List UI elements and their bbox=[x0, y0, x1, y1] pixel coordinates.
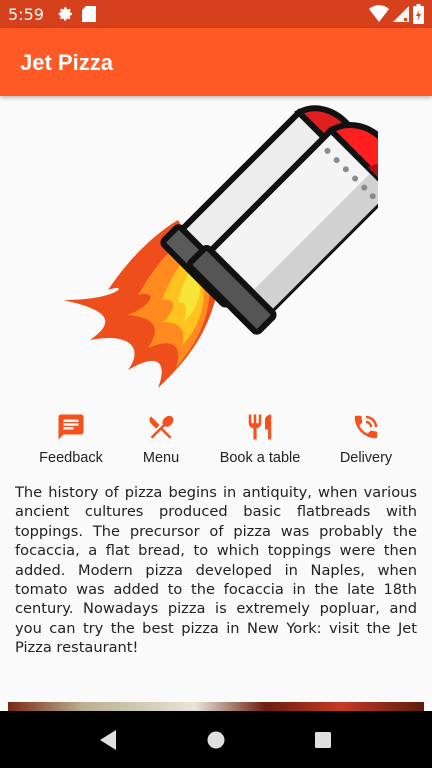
delivery-button[interactable]: Delivery bbox=[338, 412, 394, 472]
feedback-icon bbox=[58, 414, 84, 440]
gear-icon bbox=[58, 7, 72, 21]
delivery-label: Delivery bbox=[339, 450, 393, 466]
phone-call-icon bbox=[354, 415, 378, 439]
book-table-label: Book a table bbox=[219, 450, 301, 466]
app-bar: Jet Pizza bbox=[0, 28, 432, 96]
history-text: The history of pizza begins in antiquity… bbox=[15, 484, 417, 657]
menu-utensils-icon bbox=[149, 415, 174, 439]
action-row: Feedback Menu Book a table Delivery bbox=[0, 412, 432, 472]
home-icon[interactable] bbox=[206, 730, 226, 750]
menu-button[interactable]: Menu bbox=[136, 412, 186, 472]
system-nav-bar bbox=[0, 711, 432, 768]
wifi-icon bbox=[369, 5, 389, 22]
feedback-label: Feedback bbox=[39, 450, 103, 466]
recents-icon[interactable] bbox=[314, 731, 332, 749]
signal-icon bbox=[393, 6, 409, 22]
battery-icon bbox=[413, 4, 424, 24]
status-bar: 5:59 bbox=[0, 0, 432, 28]
restaurant-icon bbox=[248, 414, 272, 440]
status-time: 5:59 bbox=[8, 4, 44, 24]
feedback-button[interactable]: Feedback bbox=[38, 412, 104, 472]
menu-label: Menu bbox=[142, 450, 180, 466]
book-table-button[interactable]: Book a table bbox=[218, 412, 302, 472]
rocket-icon bbox=[63, 105, 378, 388]
sd-card-icon bbox=[81, 6, 96, 22]
app-title: Jet Pizza bbox=[20, 50, 113, 75]
back-icon[interactable] bbox=[98, 729, 118, 751]
